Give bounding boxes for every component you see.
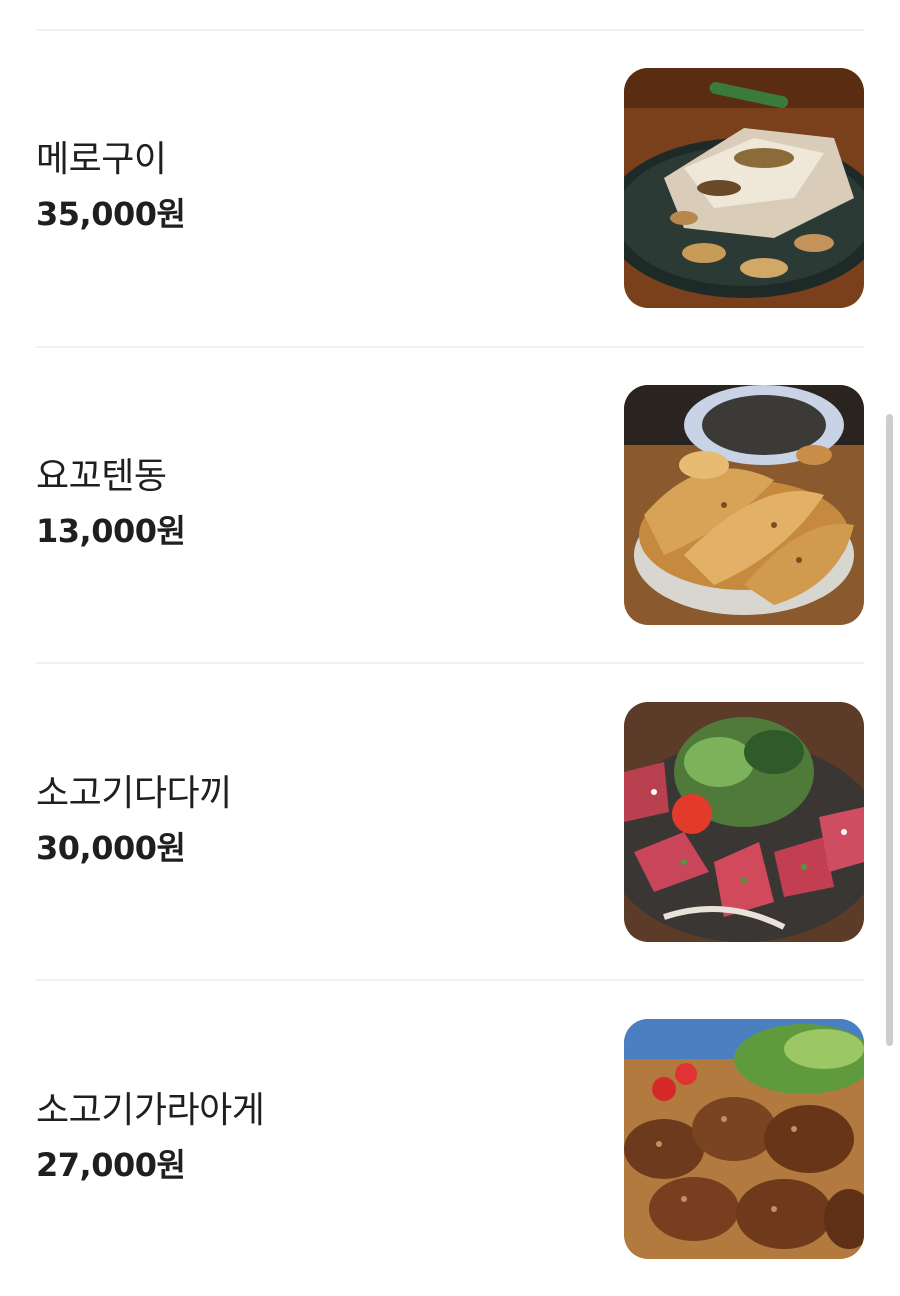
divider <box>36 346 864 348</box>
divider <box>36 979 864 981</box>
divider <box>36 29 864 31</box>
menu-item-name: 소고기다다끼 <box>36 773 232 814</box>
menu-item-name: 소고기가라아게 <box>36 1090 265 1131</box>
menu-item-name: 요꼬텐동 <box>36 456 167 497</box>
grilled-fish-photo[interactable] <box>624 68 864 308</box>
menu-item-price: 13,000원 <box>36 512 186 550</box>
menu-item-mero-gui[interactable]: 메로구이 35,000원 <box>36 68 864 308</box>
menu-item-price: 27,000원 <box>36 1146 186 1184</box>
menu-item-beef-tataki[interactable]: 소고기다다끼 30,000원 <box>36 702 864 942</box>
menu-item-beef-karaage[interactable]: 소고기가라아게 27,000원 <box>36 1019 864 1259</box>
menu-item-yokko-tendon[interactable]: 요꼬텐동 13,000원 <box>36 385 864 625</box>
menu-item-name: 메로구이 <box>36 139 167 180</box>
beef-tataki-salad-photo[interactable] <box>624 702 864 942</box>
divider <box>36 662 864 664</box>
menu-list: 메로구이 35,000원 요꼬텐동 13,000원 소고기다다끼 30,000원… <box>0 0 900 1296</box>
vertical-scrollbar[interactable] <box>886 414 893 1046</box>
menu-item-price: 30,000원 <box>36 829 186 867</box>
fried-beef-karaage-photo[interactable] <box>624 1019 864 1259</box>
menu-item-price: 35,000원 <box>36 195 186 233</box>
tempura-rice-bowl-photo[interactable] <box>624 385 864 625</box>
